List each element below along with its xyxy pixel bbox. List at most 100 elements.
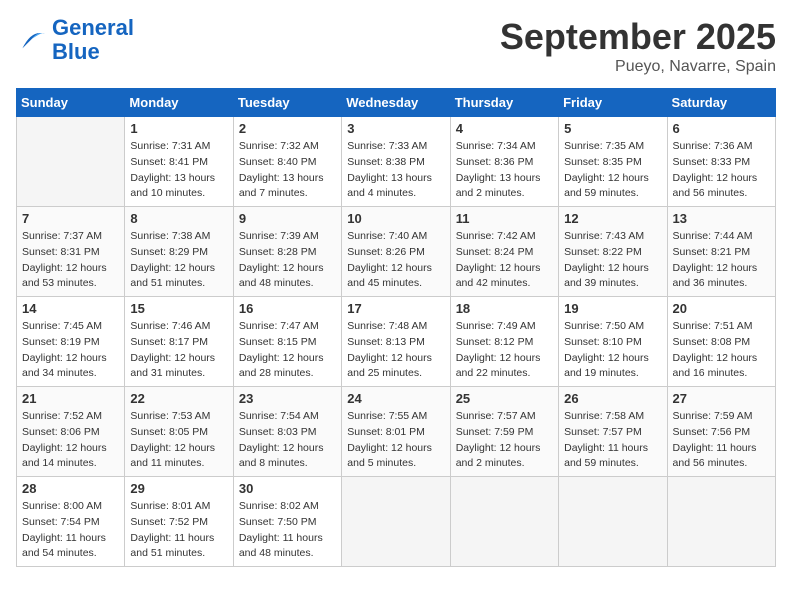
day-number: 30 bbox=[239, 481, 336, 496]
day-info: Sunrise: 7:53 AMSunset: 8:05 PMDaylight:… bbox=[130, 409, 227, 472]
day-number: 6 bbox=[673, 121, 770, 136]
col-header-wednesday: Wednesday bbox=[342, 89, 450, 117]
calendar-cell: 2 Sunrise: 7:32 AMSunset: 8:40 PMDayligh… bbox=[233, 117, 341, 207]
calendar-cell: 1 Sunrise: 7:31 AMSunset: 8:41 PMDayligh… bbox=[125, 117, 233, 207]
day-number: 3 bbox=[347, 121, 444, 136]
logo-blue: Blue bbox=[52, 39, 100, 64]
location: Pueyo, Navarre, Spain bbox=[500, 58, 776, 76]
calendar-cell: 25 Sunrise: 7:57 AMSunset: 7:59 PMDaylig… bbox=[450, 387, 558, 477]
calendar-cell: 10 Sunrise: 7:40 AMSunset: 8:26 PMDaylig… bbox=[342, 207, 450, 297]
day-number: 19 bbox=[564, 301, 661, 316]
week-row-2: 7 Sunrise: 7:37 AMSunset: 8:31 PMDayligh… bbox=[17, 207, 776, 297]
calendar-cell: 3 Sunrise: 7:33 AMSunset: 8:38 PMDayligh… bbox=[342, 117, 450, 207]
calendar-cell: 8 Sunrise: 7:38 AMSunset: 8:29 PMDayligh… bbox=[125, 207, 233, 297]
day-info: Sunrise: 7:38 AMSunset: 8:29 PMDaylight:… bbox=[130, 229, 227, 292]
day-number: 24 bbox=[347, 391, 444, 406]
calendar-cell: 21 Sunrise: 7:52 AMSunset: 8:06 PMDaylig… bbox=[17, 387, 125, 477]
day-info: Sunrise: 7:32 AMSunset: 8:40 PMDaylight:… bbox=[239, 139, 336, 202]
day-number: 2 bbox=[239, 121, 336, 136]
day-number: 18 bbox=[456, 301, 553, 316]
week-row-1: 1 Sunrise: 7:31 AMSunset: 8:41 PMDayligh… bbox=[17, 117, 776, 207]
calendar-cell bbox=[17, 117, 125, 207]
day-number: 20 bbox=[673, 301, 770, 316]
calendar-table: SundayMondayTuesdayWednesdayThursdayFrid… bbox=[16, 88, 776, 567]
day-number: 8 bbox=[130, 211, 227, 226]
logo-general: General bbox=[52, 15, 134, 40]
col-header-thursday: Thursday bbox=[450, 89, 558, 117]
calendar-cell bbox=[450, 477, 558, 567]
day-number: 10 bbox=[347, 211, 444, 226]
week-row-3: 14 Sunrise: 7:45 AMSunset: 8:19 PMDaylig… bbox=[17, 297, 776, 387]
day-info: Sunrise: 7:40 AMSunset: 8:26 PMDaylight:… bbox=[347, 229, 444, 292]
day-info: Sunrise: 7:46 AMSunset: 8:17 PMDaylight:… bbox=[130, 319, 227, 382]
day-number: 12 bbox=[564, 211, 661, 226]
col-header-tuesday: Tuesday bbox=[233, 89, 341, 117]
day-info: Sunrise: 7:55 AMSunset: 8:01 PMDaylight:… bbox=[347, 409, 444, 472]
day-info: Sunrise: 7:58 AMSunset: 7:57 PMDaylight:… bbox=[564, 409, 661, 472]
calendar-cell: 20 Sunrise: 7:51 AMSunset: 8:08 PMDaylig… bbox=[667, 297, 775, 387]
day-number: 9 bbox=[239, 211, 336, 226]
logo-icon bbox=[16, 26, 48, 54]
page-header: GeneralBlue September 2025 Pueyo, Navarr… bbox=[16, 16, 776, 76]
day-info: Sunrise: 8:00 AMSunset: 7:54 PMDaylight:… bbox=[22, 499, 119, 562]
day-info: Sunrise: 7:51 AMSunset: 8:08 PMDaylight:… bbox=[673, 319, 770, 382]
week-row-5: 28 Sunrise: 8:00 AMSunset: 7:54 PMDaylig… bbox=[17, 477, 776, 567]
day-number: 29 bbox=[130, 481, 227, 496]
logo-text-block: GeneralBlue bbox=[52, 16, 134, 64]
calendar-cell: 30 Sunrise: 8:02 AMSunset: 7:50 PMDaylig… bbox=[233, 477, 341, 567]
day-info: Sunrise: 7:50 AMSunset: 8:10 PMDaylight:… bbox=[564, 319, 661, 382]
day-number: 1 bbox=[130, 121, 227, 136]
day-number: 14 bbox=[22, 301, 119, 316]
calendar-cell: 11 Sunrise: 7:42 AMSunset: 8:24 PMDaylig… bbox=[450, 207, 558, 297]
calendar-cell bbox=[667, 477, 775, 567]
day-number: 23 bbox=[239, 391, 336, 406]
calendar-cell: 15 Sunrise: 7:46 AMSunset: 8:17 PMDaylig… bbox=[125, 297, 233, 387]
day-number: 13 bbox=[673, 211, 770, 226]
day-info: Sunrise: 7:48 AMSunset: 8:13 PMDaylight:… bbox=[347, 319, 444, 382]
col-header-saturday: Saturday bbox=[667, 89, 775, 117]
month-title: September 2025 bbox=[500, 16, 776, 58]
col-header-monday: Monday bbox=[125, 89, 233, 117]
day-info: Sunrise: 7:52 AMSunset: 8:06 PMDaylight:… bbox=[22, 409, 119, 472]
calendar-cell: 13 Sunrise: 7:44 AMSunset: 8:21 PMDaylig… bbox=[667, 207, 775, 297]
day-info: Sunrise: 7:57 AMSunset: 7:59 PMDaylight:… bbox=[456, 409, 553, 472]
col-header-sunday: Sunday bbox=[17, 89, 125, 117]
day-info: Sunrise: 7:47 AMSunset: 8:15 PMDaylight:… bbox=[239, 319, 336, 382]
day-info: Sunrise: 7:36 AMSunset: 8:33 PMDaylight:… bbox=[673, 139, 770, 202]
calendar-cell: 27 Sunrise: 7:59 AMSunset: 7:56 PMDaylig… bbox=[667, 387, 775, 477]
calendar-cell bbox=[342, 477, 450, 567]
day-info: Sunrise: 7:35 AMSunset: 8:35 PMDaylight:… bbox=[564, 139, 661, 202]
day-number: 16 bbox=[239, 301, 336, 316]
day-number: 4 bbox=[456, 121, 553, 136]
calendar-cell: 23 Sunrise: 7:54 AMSunset: 8:03 PMDaylig… bbox=[233, 387, 341, 477]
week-row-4: 21 Sunrise: 7:52 AMSunset: 8:06 PMDaylig… bbox=[17, 387, 776, 477]
day-number: 28 bbox=[22, 481, 119, 496]
day-info: Sunrise: 7:33 AMSunset: 8:38 PMDaylight:… bbox=[347, 139, 444, 202]
calendar-cell: 5 Sunrise: 7:35 AMSunset: 8:35 PMDayligh… bbox=[559, 117, 667, 207]
calendar-cell bbox=[559, 477, 667, 567]
calendar-cell: 9 Sunrise: 7:39 AMSunset: 8:28 PMDayligh… bbox=[233, 207, 341, 297]
title-block: September 2025 Pueyo, Navarre, Spain bbox=[500, 16, 776, 76]
day-info: Sunrise: 7:37 AMSunset: 8:31 PMDaylight:… bbox=[22, 229, 119, 292]
day-number: 25 bbox=[456, 391, 553, 406]
calendar-cell: 22 Sunrise: 7:53 AMSunset: 8:05 PMDaylig… bbox=[125, 387, 233, 477]
col-header-friday: Friday bbox=[559, 89, 667, 117]
day-info: Sunrise: 8:01 AMSunset: 7:52 PMDaylight:… bbox=[130, 499, 227, 562]
day-info: Sunrise: 7:31 AMSunset: 8:41 PMDaylight:… bbox=[130, 139, 227, 202]
calendar-cell: 16 Sunrise: 7:47 AMSunset: 8:15 PMDaylig… bbox=[233, 297, 341, 387]
calendar-cell: 24 Sunrise: 7:55 AMSunset: 8:01 PMDaylig… bbox=[342, 387, 450, 477]
calendar-cell: 18 Sunrise: 7:49 AMSunset: 8:12 PMDaylig… bbox=[450, 297, 558, 387]
calendar-cell: 26 Sunrise: 7:58 AMSunset: 7:57 PMDaylig… bbox=[559, 387, 667, 477]
calendar-cell: 28 Sunrise: 8:00 AMSunset: 7:54 PMDaylig… bbox=[17, 477, 125, 567]
day-info: Sunrise: 7:42 AMSunset: 8:24 PMDaylight:… bbox=[456, 229, 553, 292]
day-number: 21 bbox=[22, 391, 119, 406]
calendar-cell: 4 Sunrise: 7:34 AMSunset: 8:36 PMDayligh… bbox=[450, 117, 558, 207]
day-number: 15 bbox=[130, 301, 227, 316]
calendar-cell: 6 Sunrise: 7:36 AMSunset: 8:33 PMDayligh… bbox=[667, 117, 775, 207]
calendar-cell: 29 Sunrise: 8:01 AMSunset: 7:52 PMDaylig… bbox=[125, 477, 233, 567]
logo: GeneralBlue bbox=[16, 16, 134, 64]
day-number: 26 bbox=[564, 391, 661, 406]
calendar-cell: 14 Sunrise: 7:45 AMSunset: 8:19 PMDaylig… bbox=[17, 297, 125, 387]
day-info: Sunrise: 7:59 AMSunset: 7:56 PMDaylight:… bbox=[673, 409, 770, 472]
day-number: 11 bbox=[456, 211, 553, 226]
